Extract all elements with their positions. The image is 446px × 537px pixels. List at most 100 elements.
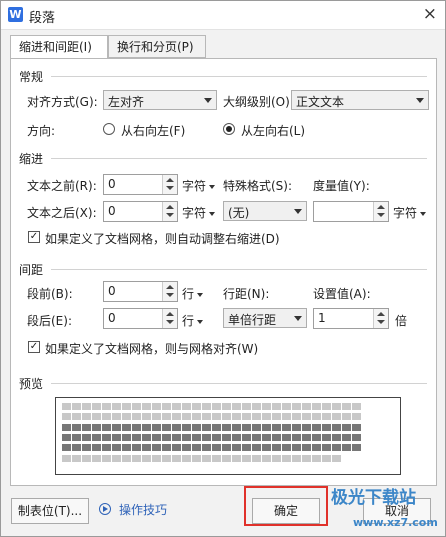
paragraph-dialog: W 段落 × 缩进和间距(I) 换行和分页(P) 常规 对齐方式(G): 左对齐… xyxy=(0,0,446,537)
arrow-down-icon[interactable] xyxy=(166,320,174,324)
rtl-label[interactable]: 从右向左(F) xyxy=(121,122,185,139)
line-spacing-label: 行距(N): xyxy=(223,287,270,301)
ltr-radio[interactable] xyxy=(223,123,235,135)
tab-panel: 常规 对齐方式(G): 左对齐 大纲级别(O): 正文文本 方向: 从右向左(F… xyxy=(10,58,437,486)
highlight-box xyxy=(244,486,328,526)
preview-sample-text xyxy=(62,434,362,441)
special-format-value: (无) xyxy=(228,206,250,220)
arrow-up-icon[interactable] xyxy=(377,312,385,316)
snap-to-grid-label[interactable]: 如果定义了文档网格，则与网格对齐(W) xyxy=(45,340,258,357)
tab-line-page-breaks[interactable]: 换行和分页(P) xyxy=(108,35,206,58)
snap-to-grid-checkbox[interactable]: ✓ xyxy=(28,341,40,353)
spinner-buttons[interactable] xyxy=(162,309,177,328)
before-text-value: 0 xyxy=(108,177,116,191)
setting-unit: 倍 xyxy=(395,314,408,328)
preview-heading: 预览 xyxy=(19,377,44,391)
unit-text: 行 xyxy=(182,314,195,328)
divider xyxy=(51,383,427,384)
auto-adjust-indent-label[interactable]: 如果定义了文档网格，则自动调整右缩进(D) xyxy=(45,230,280,247)
space-after-value: 0 xyxy=(108,311,116,325)
arrow-up-icon[interactable] xyxy=(166,178,174,182)
preview-next-paragraph xyxy=(62,455,342,462)
before-text-unit[interactable]: 字符 xyxy=(182,177,216,194)
divider xyxy=(51,269,427,270)
arrow-up-icon[interactable] xyxy=(166,205,174,209)
divider xyxy=(51,158,427,159)
space-before-label: 段前(B): xyxy=(27,287,73,301)
measure-unit[interactable]: 字符 xyxy=(393,204,427,221)
arrow-down-icon[interactable] xyxy=(166,186,174,190)
arrow-up-icon[interactable] xyxy=(377,205,385,209)
chevron-down-icon xyxy=(197,319,204,324)
arrow-down-icon[interactable] xyxy=(166,293,174,297)
line-spacing-select[interactable]: 单倍行距 xyxy=(223,308,307,328)
outline-level-value: 正文文本 xyxy=(296,95,345,109)
outline-level-select[interactable]: 正文文本 xyxy=(291,90,429,110)
alignment-value: 左对齐 xyxy=(108,95,145,109)
special-format-select[interactable]: (无) xyxy=(223,201,307,221)
space-before-spinner[interactable]: 0 xyxy=(103,281,178,302)
wps-writer-icon: W xyxy=(8,7,23,22)
tab-stops-button[interactable]: 制表位(T)... xyxy=(11,498,89,524)
close-icon[interactable]: × xyxy=(423,4,437,24)
arrow-down-icon[interactable] xyxy=(166,213,174,217)
measure-spinner[interactable] xyxy=(313,201,389,222)
line-spacing-value: 单倍行距 xyxy=(228,313,277,327)
setting-value-spinner[interactable]: 1 xyxy=(313,308,389,329)
auto-adjust-indent-checkbox[interactable]: ✓ xyxy=(28,231,40,243)
tips-link[interactable]: 操作技巧 xyxy=(99,501,167,518)
measure-label: 度量值(Y): xyxy=(313,179,370,193)
before-text-label: 文本之前(R): xyxy=(27,179,97,193)
watermark-logo: 极光下载站 xyxy=(331,488,416,508)
dialog-title: 段落 xyxy=(29,11,56,26)
rtl-radio[interactable] xyxy=(103,123,115,135)
spinner-buttons[interactable] xyxy=(162,282,177,301)
space-before-unit[interactable]: 行 xyxy=(182,285,204,302)
chevron-down-icon xyxy=(209,211,216,216)
setting-value-label: 设置值(A): xyxy=(313,287,371,301)
preview-sample-text xyxy=(62,444,362,451)
space-after-unit[interactable]: 行 xyxy=(182,312,204,329)
indent-heading: 缩进 xyxy=(19,152,44,166)
tab-indent-spacing[interactable]: 缩进和间距(I) xyxy=(10,35,108,60)
after-text-value: 0 xyxy=(108,204,116,218)
arrow-down-icon[interactable] xyxy=(377,213,385,217)
direction-label: 方向: xyxy=(27,124,56,138)
spinner-buttons[interactable] xyxy=(162,202,177,221)
unit-text: 字符 xyxy=(182,206,207,220)
spinner-buttons[interactable] xyxy=(162,175,177,194)
arrow-up-icon[interactable] xyxy=(166,285,174,289)
divider xyxy=(51,76,427,77)
ltr-label[interactable]: 从左向右(L) xyxy=(241,122,305,139)
after-text-label: 文本之后(X): xyxy=(27,206,97,220)
chevron-down-icon xyxy=(197,292,204,297)
after-text-spinner[interactable]: 0 xyxy=(103,201,178,222)
space-after-spinner[interactable]: 0 xyxy=(103,308,178,329)
play-circle-icon xyxy=(99,503,111,515)
chevron-down-icon xyxy=(204,98,212,103)
after-text-unit[interactable]: 字符 xyxy=(182,204,216,221)
special-format-label: 特殊格式(S): xyxy=(223,179,293,193)
title-bar: W 段落 × xyxy=(1,1,445,30)
unit-text: 字符 xyxy=(182,179,207,193)
arrow-up-icon[interactable] xyxy=(166,312,174,316)
preview-box xyxy=(55,397,401,475)
preview-previous-paragraph xyxy=(62,413,362,420)
spinner-buttons[interactable] xyxy=(373,202,388,221)
alignment-select[interactable]: 左对齐 xyxy=(103,90,217,110)
spacing-heading: 间距 xyxy=(19,263,44,277)
tips-link-label[interactable]: 操作技巧 xyxy=(119,503,167,517)
watermark-url: www.xz7.com xyxy=(353,516,438,529)
space-after-label: 段后(E): xyxy=(27,314,72,328)
chevron-down-icon xyxy=(209,184,216,189)
outline-level-label: 大纲级别(O): xyxy=(223,95,294,109)
preview-previous-paragraph xyxy=(62,403,362,410)
chevron-down-icon xyxy=(420,211,427,216)
alignment-label: 对齐方式(G): xyxy=(27,95,98,109)
before-text-spinner[interactable]: 0 xyxy=(103,174,178,195)
chevron-down-icon xyxy=(416,98,424,103)
general-heading: 常规 xyxy=(19,70,44,84)
chevron-down-icon xyxy=(294,209,302,214)
spinner-buttons[interactable] xyxy=(373,309,388,328)
arrow-down-icon[interactable] xyxy=(377,320,385,324)
